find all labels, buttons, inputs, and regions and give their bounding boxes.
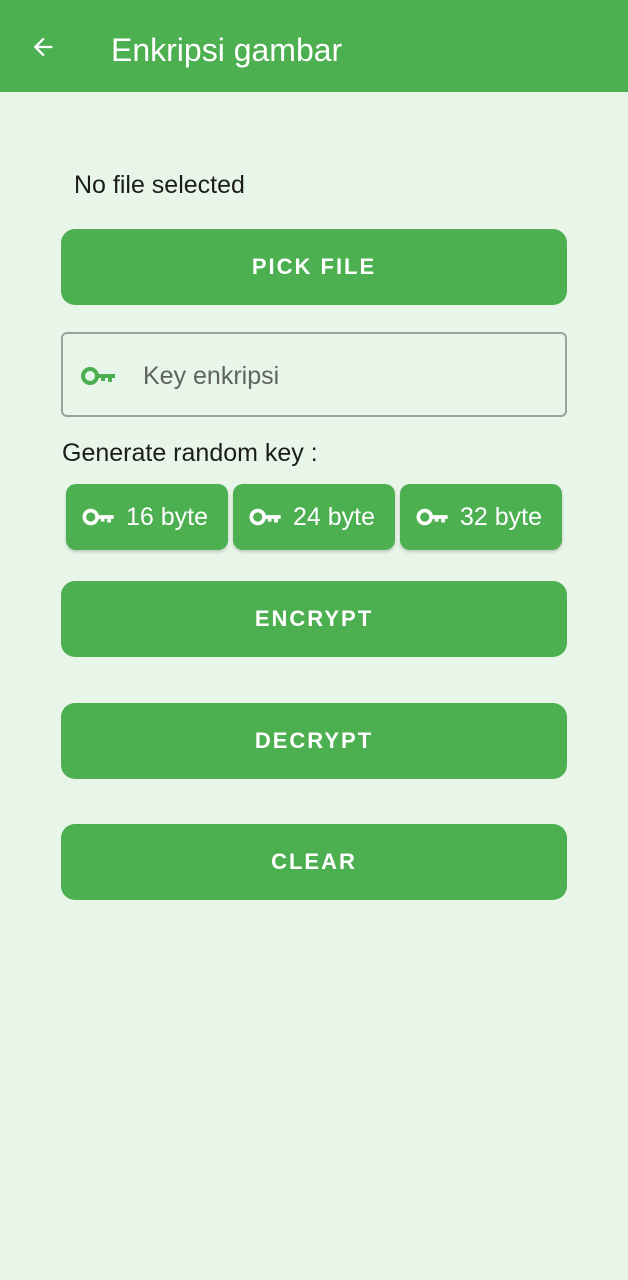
generate-16-byte-button[interactable]: 16 byte (66, 484, 228, 550)
back-button[interactable] (18, 22, 68, 72)
chip-label: 24 byte (293, 502, 376, 531)
generate-32-byte-button[interactable]: 32 byte (400, 484, 562, 550)
key-input[interactable] (141, 348, 545, 404)
generate-key-label: Generate random key : (62, 439, 318, 467)
key-icon (249, 508, 281, 526)
encrypt-button[interactable]: ENCRYPT (61, 581, 567, 657)
pick-file-button[interactable]: PICK FILE (61, 229, 567, 305)
generate-24-byte-button[interactable]: 24 byte (233, 484, 395, 550)
clear-button[interactable]: CLEAR (61, 824, 567, 900)
app-bar: Enkripsi gambar (0, 0, 628, 92)
arrow-left-icon (33, 37, 53, 57)
decrypt-button[interactable]: DECRYPT (61, 703, 567, 779)
chip-label: 16 byte (126, 502, 209, 531)
chip-label: 32 byte (460, 502, 543, 531)
key-field[interactable] (61, 332, 567, 417)
key-icon (81, 367, 115, 385)
page-title: Enkripsi gambar (111, 32, 343, 68)
key-icon (82, 508, 114, 526)
key-icon (416, 508, 448, 526)
file-status-text: No file selected (74, 171, 245, 199)
